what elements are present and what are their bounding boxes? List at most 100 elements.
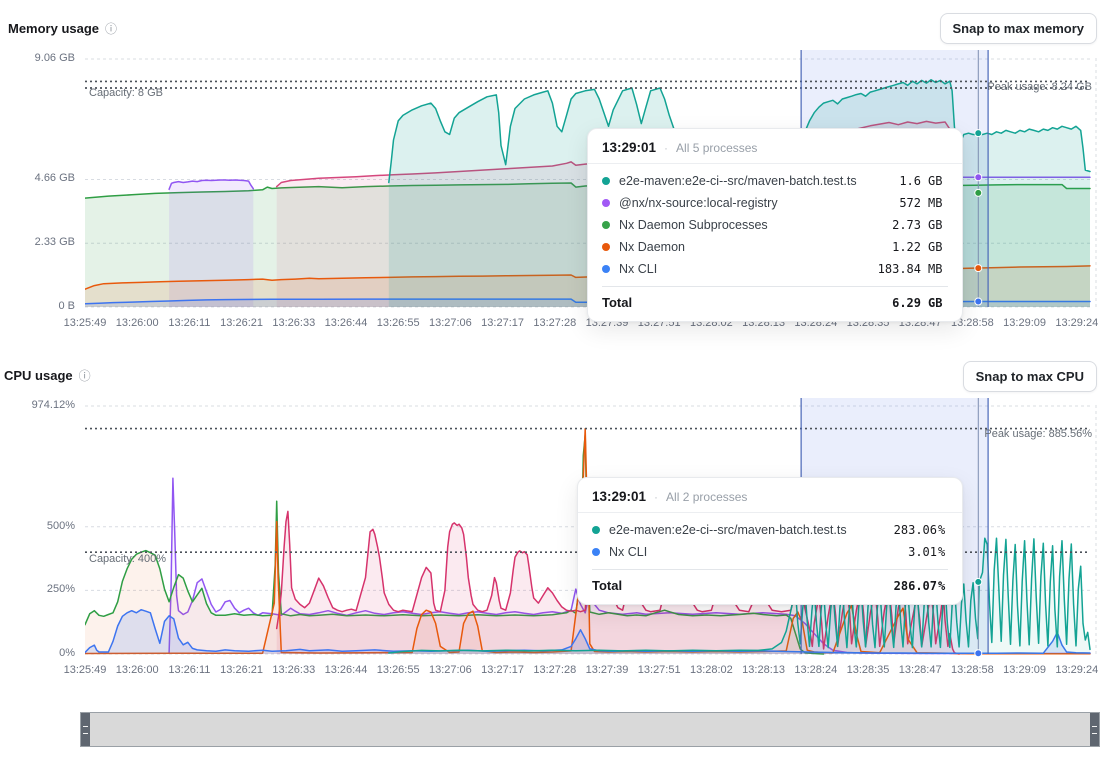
tooltip-subtitle: All 5 processes (676, 141, 757, 155)
tooltip-process-unit: GB (928, 218, 948, 232)
tooltip-process-unit: MB (928, 196, 948, 210)
tooltip-process-name: e2e-maven:e2e-ci--src/maven-batch.test.t… (619, 174, 869, 188)
tooltip-process-name: Nx Daemon (619, 240, 869, 254)
x-axis-label: 13:26:00 (116, 664, 159, 676)
cpu-tooltip-rows: e2e-maven:e2e-ci--src/maven-batch.test.t… (592, 513, 948, 563)
tooltip-process-value: 1.22 (869, 240, 921, 254)
series-color-dot-icon (602, 243, 610, 251)
tooltip-process-unit: % (938, 523, 948, 537)
tooltip-process-unit: % (938, 545, 948, 559)
x-axis-label: 13:26:33 (272, 664, 315, 676)
series-color-dot-icon (602, 221, 610, 229)
series-color-dot-icon (602, 177, 610, 185)
x-axis-label: 13:27:06 (429, 664, 472, 676)
tooltip-total-value: 286.07 (877, 579, 937, 593)
cpu-usage-title: CPU usage ⓘ (4, 367, 91, 384)
memory-peak-label: Peak usage: 8.24 GB (987, 81, 1092, 93)
tooltip-row: e2e-maven:e2e-ci--src/maven-batch.test.t… (602, 170, 948, 192)
y-axis-label: 0 B (0, 300, 75, 312)
tooltip-total-unit: % (938, 579, 948, 593)
y-axis-label: 250% (0, 583, 75, 595)
x-axis-label: 13:25:49 (64, 317, 107, 329)
info-icon[interactable]: ⓘ (79, 367, 91, 384)
cpu-tooltip: 13:29:01 · All 2 processes e2e-maven:e2e… (577, 477, 963, 605)
memory-usage-title-text: Memory usage (8, 21, 99, 36)
x-axis-label: 13:26:00 (116, 317, 159, 329)
series-color-dot-icon (592, 548, 600, 556)
cpu-tooltip-total: Total 286.07 % (592, 569, 948, 593)
cpu-usage-title-text: CPU usage (4, 368, 73, 383)
tooltip-process-unit: GB (928, 240, 948, 254)
cpu-peak-label: Peak usage: 885.56% (984, 428, 1092, 440)
grip-icon (83, 726, 88, 734)
tooltip-time: 13:29:01 (602, 140, 656, 155)
x-axis-label: 13:27:51 (638, 664, 681, 676)
tooltip-process-name: Nx CLI (609, 545, 877, 559)
tooltip-process-name: e2e-maven:e2e-ci--src/maven-batch.test.t… (609, 523, 877, 537)
x-axis-label: 13:27:39 (586, 664, 629, 676)
tooltip-process-unit: MB (928, 262, 948, 276)
brush-right-handle[interactable] (1090, 713, 1099, 746)
y-axis-label: 2.33 GB (0, 236, 75, 248)
tooltip-process-value: 283.06 (877, 523, 937, 537)
tooltip-process-value: 572 (869, 196, 921, 210)
tooltip-row: Nx CLI183.84MB (602, 258, 948, 280)
tooltip-process-unit: GB (928, 174, 948, 188)
tooltip-subtitle: All 2 processes (666, 490, 747, 504)
y-axis-label: 0% (0, 647, 75, 659)
x-axis-label: 13:26:33 (272, 317, 315, 329)
x-axis-label: 13:28:47 (899, 664, 942, 676)
memory-tooltip-rows: e2e-maven:e2e-ci--src/maven-batch.test.t… (602, 164, 948, 280)
tooltip-time: 13:29:01 (592, 489, 646, 504)
x-axis-label: 13:28:13 (742, 664, 785, 676)
tooltip-process-value: 1.6 (869, 174, 921, 188)
tooltip-process-name: @nx/nx-source:local-registry (619, 196, 869, 210)
memory-usage-title: Memory usage ⓘ (8, 20, 117, 37)
memory-tooltip-header: 13:29:01 · All 5 processes (602, 138, 948, 163)
x-axis-label: 13:26:55 (377, 317, 420, 329)
x-axis-label: 13:27:06 (429, 317, 472, 329)
cpu-tooltip-header: 13:29:01 · All 2 processes (592, 487, 948, 512)
tooltip-row: Nx Daemon1.22 GB (602, 236, 948, 258)
resource-profiler-page: Memory usage ⓘ Snap to max memory 9.06 G… (0, 0, 1118, 761)
x-axis-label: 13:26:44 (325, 317, 368, 329)
timeline-brush[interactable] (80, 712, 1100, 747)
tooltip-separator: · (664, 141, 668, 155)
x-axis-label: 13:28:35 (847, 664, 890, 676)
brush-track[interactable] (90, 713, 1090, 746)
tooltip-separator: · (654, 490, 658, 504)
series-color-dot-icon (602, 265, 610, 273)
grip-icon (1092, 726, 1097, 734)
tooltip-process-name: Nx Daemon Subprocesses (619, 218, 869, 232)
x-axis-label: 13:29:24 (1055, 317, 1098, 329)
x-axis-label: 13:26:44 (325, 664, 368, 676)
tooltip-row: Nx Daemon Subprocesses2.73GB (602, 214, 948, 236)
x-axis-label: 13:29:09 (1003, 317, 1046, 329)
y-axis-label: 974.12% (0, 399, 75, 411)
x-axis-label: 13:26:55 (377, 664, 420, 676)
tooltip-process-value: 183.84 (869, 262, 921, 276)
tooltip-process-value: 3.01 (877, 545, 937, 559)
memory-tooltip: 13:29:01 · All 5 processes e2e-maven:e2e… (587, 128, 963, 322)
snap-to-max-cpu-button[interactable]: Snap to max CPU (963, 361, 1097, 392)
x-axis-label: 13:27:28 (533, 317, 576, 329)
y-axis-label: 500% (0, 520, 75, 532)
memory-capacity-label: Capacity: 8 GB (89, 87, 163, 99)
cpu-capacity-label: Capacity: 400% (89, 553, 166, 565)
y-axis-label: 9.06 GB (0, 52, 75, 64)
series-color-dot-icon (592, 526, 600, 534)
x-axis-label: 13:27:17 (481, 317, 524, 329)
x-axis-label: 13:26:21 (220, 317, 263, 329)
x-axis-label: 13:27:28 (533, 664, 576, 676)
memory-tooltip-total: Total 6.29 GB (602, 286, 948, 310)
x-axis-label: 13:28:24 (794, 664, 837, 676)
x-axis-label: 13:28:58 (951, 664, 994, 676)
x-axis-label: 13:26:11 (168, 664, 210, 676)
tooltip-row: Nx CLI3.01% (592, 541, 948, 563)
x-axis-label: 13:28:02 (690, 664, 733, 676)
snap-to-max-memory-button[interactable]: Snap to max memory (940, 13, 1098, 44)
info-icon[interactable]: ⓘ (105, 20, 117, 37)
y-axis-label: 4.66 GB (0, 172, 75, 184)
brush-left-handle[interactable] (81, 713, 90, 746)
x-axis-label: 13:26:11 (168, 317, 210, 329)
